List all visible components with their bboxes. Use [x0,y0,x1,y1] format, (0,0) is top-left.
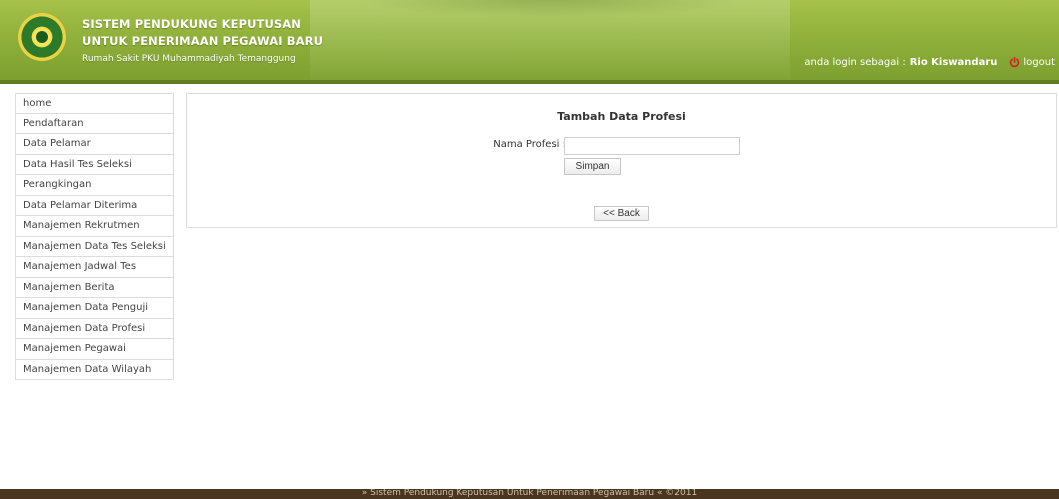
sidebar-item-home[interactable]: home [15,93,174,114]
footer-text: » Sistem Pendukung Keputusan Untuk Pener… [361,489,698,498]
nama-profesi-label: Nama Profesi : [493,139,566,150]
logout-link[interactable]: logout [1023,57,1055,68]
sidebar-item-manajemen-jadwal-tes[interactable]: Manajemen Jadwal Tes [15,257,174,278]
sidebar-item-manajemen-data-profesi[interactable]: Manajemen Data Profesi [15,318,174,339]
app-title-line2: UNTUK PENERIMAAN PEGAWAI BARU [82,34,324,48]
user-bar: anda login sebagai : Rio Kiswandaru logo… [804,57,1055,68]
header-decoration [310,0,790,84]
form-title: Tambah Data Profesi [557,110,686,123]
sidebar-item-data-pelamar[interactable]: Data Pelamar [15,134,174,155]
sidebar-item-perangkingan[interactable]: Perangkingan [15,175,174,196]
header: SISTEM PENDUKUNG KEPUTUSAN UNTUK PENERIM… [0,0,1059,84]
app-subtitle: Rumah Sakit PKU Muhammadiyah Temanggung [82,54,296,64]
sidebar-item-data-pelamar-diterima[interactable]: Data Pelamar Diterima [15,195,174,216]
sidebar-item-manajemen-data-tes-seleksi[interactable]: Manajemen Data Tes Seleksi [15,236,174,257]
sidebar-item-manajemen-rekrutmen[interactable]: Manajemen Rekrutmen [15,216,174,237]
sidebar-menu: home Pendaftaran Data Pelamar Data Hasil… [15,93,174,380]
sidebar-item-manajemen-data-wilayah[interactable]: Manajemen Data Wilayah [15,359,174,380]
nama-profesi-input[interactable] [564,137,740,155]
form-panel: Tambah Data Profesi Nama Profesi : Simpa… [186,93,1057,228]
username: Rio Kiswandaru [909,57,998,68]
footer: » Sistem Pendukung Keputusan Untuk Pener… [0,489,1059,499]
sidebar-item-pendaftaran[interactable]: Pendaftaran [15,113,174,134]
sidebar-item-manajemen-berita[interactable]: Manajemen Berita [15,277,174,298]
save-button[interactable]: Simpan [564,158,621,175]
sidebar-item-manajemen-data-penguji[interactable]: Manajemen Data Penguji [15,298,174,319]
sidebar-item-manajemen-pegawai[interactable]: Manajemen Pegawai [15,339,174,360]
login-prefix: anda login sebagai : [804,57,906,68]
hospital-logo-icon [18,13,66,61]
back-button[interactable]: << Back [594,206,649,221]
sidebar-item-data-hasil-tes-seleksi[interactable]: Data Hasil Tes Seleksi [15,154,174,175]
app-title-line1: SISTEM PENDUKUNG KEPUTUSAN [82,17,302,31]
power-icon[interactable] [1009,57,1020,68]
header-stripe [0,80,1059,84]
